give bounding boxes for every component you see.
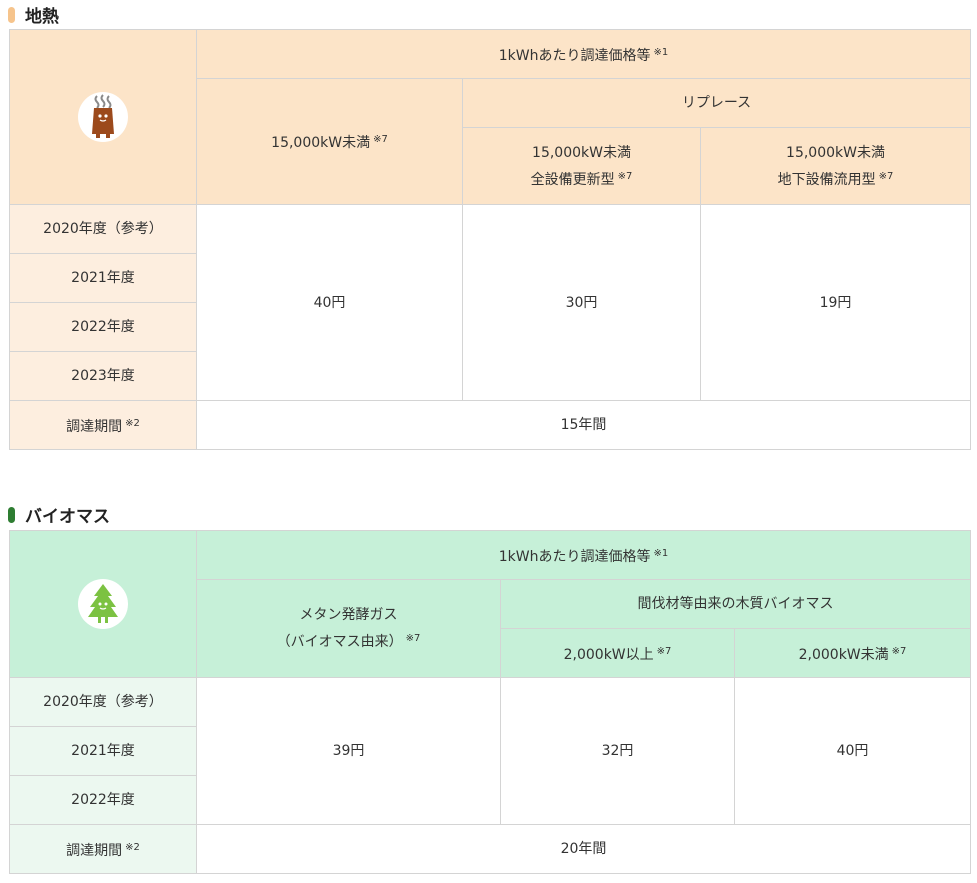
geothermal-section-title: 地熱 — [8, 2, 59, 27]
price-value: 19円 — [700, 204, 971, 401]
section-marker — [8, 6, 15, 23]
price-value: 30円 — [462, 204, 701, 401]
geothermal-title: 地熱 — [25, 7, 59, 27]
price-header: 1kWhあたり調達価格等 ※1 — [196, 530, 971, 580]
year-label: 2020年度（参考） — [9, 677, 197, 727]
price-header: 1kWhあたり調達価格等 ※1 — [196, 29, 971, 79]
year-label: 2020年度（参考） — [9, 204, 197, 254]
col-under-15000kw: 15,000kW未満 ※7 — [196, 78, 463, 205]
price-value: 40円 — [734, 677, 971, 825]
biomass-section-title: バイオマス — [8, 502, 110, 527]
price-value: 39円 — [196, 677, 501, 825]
section-marker — [8, 506, 15, 523]
year-label: 2022年度 — [9, 302, 197, 352]
price-value: 40円 — [196, 204, 463, 401]
col-full-replacement: 15,000kW未満 全設備更新型 ※7 — [462, 127, 701, 205]
geothermal-mascot-icon — [78, 92, 128, 142]
year-label: 2022年度 — [9, 775, 197, 825]
biomass-title: バイオマス — [25, 507, 110, 527]
geothermal-icon-cell — [9, 29, 197, 205]
col-under-2000kw: 2,000kW未満 ※7 — [734, 628, 971, 678]
year-label: 2021年度 — [9, 253, 197, 303]
biomass-icon-cell — [9, 530, 197, 678]
col-2000kw-or-more: 2,000kW以上 ※7 — [500, 628, 735, 678]
period-label: 調達期間 ※2 — [9, 824, 197, 874]
col-underground-reuse: 15,000kW未満 地下設備流用型 ※7 — [700, 127, 971, 205]
period-value: 20年間 — [196, 824, 971, 874]
replace-header: リプレース — [462, 78, 971, 128]
wood-biomass-header: 間伐材等由来の木質バイオマス — [500, 579, 971, 629]
biomass-price-table: 1kWhあたり調達価格等 ※1 メタン発酵ガス （バイオマス由来） ※7 間伐材等由… — [9, 530, 971, 874]
price-value: 32円 — [500, 677, 735, 825]
tree-mascot-icon — [78, 579, 128, 629]
year-label: 2021年度 — [9, 726, 197, 776]
geothermal-price-table: 1kWhあたり調達価格等 ※1 15,000kW未満 ※7 リプレース 15,000… — [9, 29, 971, 450]
col-methane-gas: メタン発酵ガス （バイオマス由来） ※7 — [196, 579, 501, 678]
year-label: 2023年度 — [9, 351, 197, 401]
period-value: 15年間 — [196, 400, 971, 450]
period-label: 調達期間 ※2 — [9, 400, 197, 450]
